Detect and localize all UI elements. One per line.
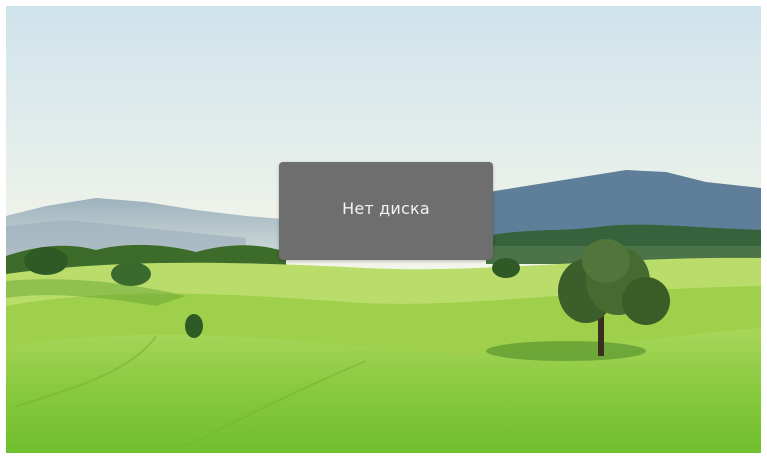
display-screen: Нет диска <box>6 6 761 453</box>
small-tree <box>185 314 203 338</box>
no-disc-dialog: Нет диска <box>279 162 493 260</box>
shrub-2 <box>111 262 151 286</box>
shrub-1 <box>24 247 68 275</box>
dialog-message: Нет диска <box>342 198 430 218</box>
shrub-3 <box>492 258 520 278</box>
